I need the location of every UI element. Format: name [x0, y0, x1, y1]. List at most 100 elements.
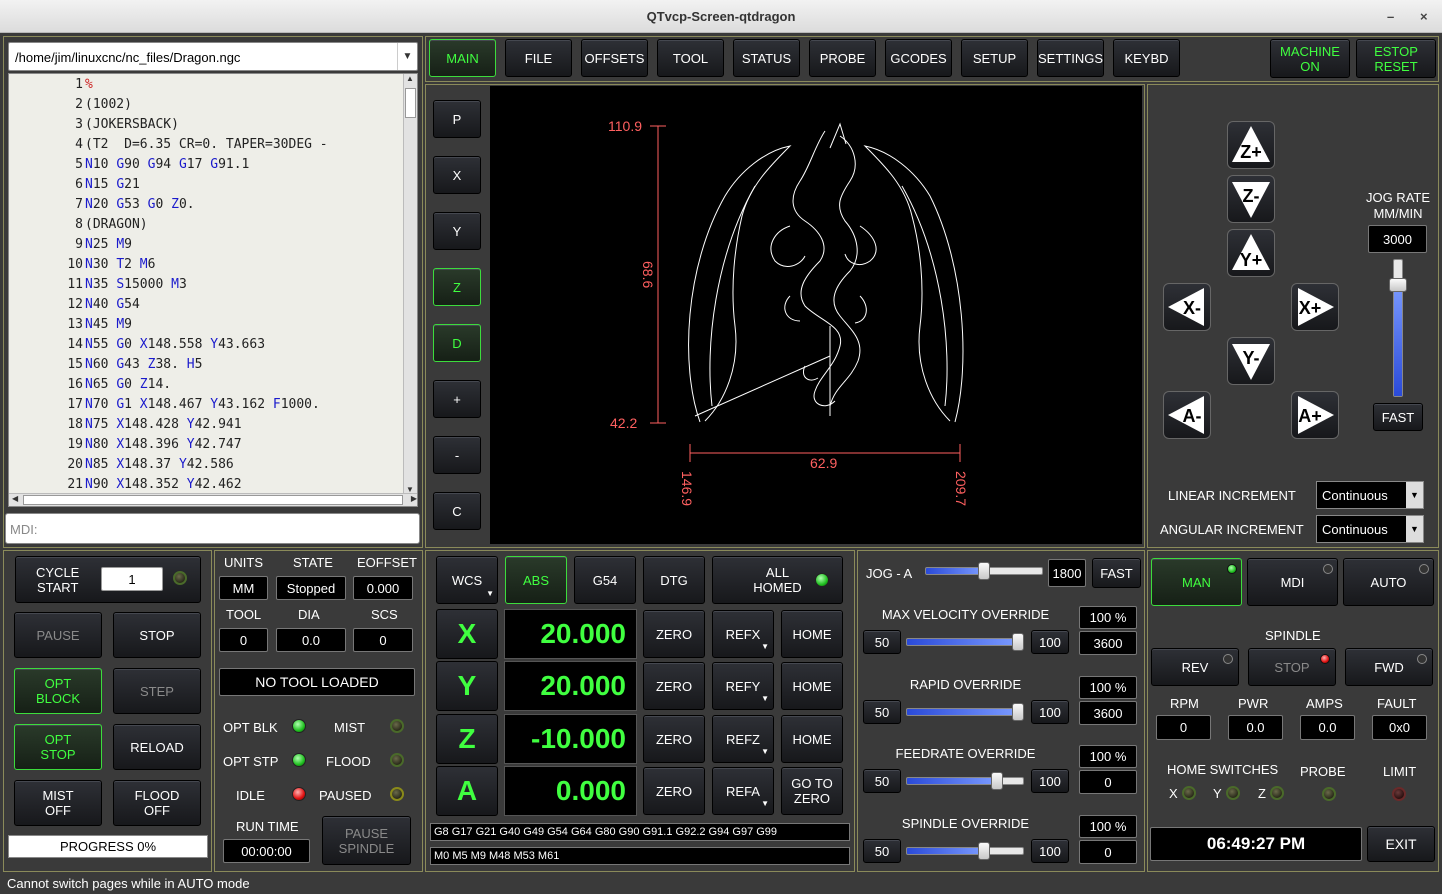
flood-off-button[interactable]: FLOOD OFF: [113, 780, 201, 826]
view-z-button[interactable]: Z: [433, 268, 481, 306]
ref-a-button[interactable]: REFA ▼: [712, 767, 774, 815]
jog-y-minus-button[interactable]: Y-: [1227, 337, 1275, 385]
view-zoom-in-button[interactable]: +: [433, 380, 481, 418]
tab-settings[interactable]: SETTINGS: [1037, 39, 1104, 77]
tab-probe[interactable]: PROBE: [809, 39, 876, 77]
opt-block-button[interactable]: OPT BLOCK: [14, 668, 102, 714]
override-slider[interactable]: [906, 703, 1024, 721]
exit-button[interactable]: EXIT: [1367, 826, 1435, 862]
machine-on-button[interactable]: MACHINE ON: [1270, 39, 1350, 78]
view-dimensions-button[interactable]: D: [433, 324, 481, 362]
tab-file[interactable]: FILE: [505, 39, 572, 77]
mdi-input[interactable]: MDI:: [5, 513, 420, 544]
abs-button[interactable]: ABS: [505, 556, 567, 604]
stop-button[interactable]: STOP: [113, 612, 201, 658]
view-clear-button[interactable]: C: [433, 492, 481, 530]
slider-handle[interactable]: [1012, 703, 1024, 721]
dtg-button[interactable]: DTG: [643, 556, 705, 604]
slider-handle[interactable]: [991, 772, 1003, 790]
home-x-button[interactable]: HOME: [781, 610, 843, 658]
jog-x-minus-button[interactable]: X-: [1163, 283, 1211, 331]
axis-a-button[interactable]: A: [436, 766, 498, 816]
override-min-button[interactable]: 50: [863, 769, 901, 793]
step-button[interactable]: STEP: [113, 668, 201, 714]
ref-z-button[interactable]: REFZ ▼: [712, 715, 774, 763]
zero-x-button[interactable]: ZERO: [643, 610, 705, 658]
tab-offsets[interactable]: OFFSETS: [581, 39, 648, 77]
override-min-button[interactable]: 50: [863, 630, 901, 654]
override-slider[interactable]: [906, 772, 1024, 790]
g54-button[interactable]: G54: [574, 556, 636, 604]
axis-z-button[interactable]: Z: [436, 714, 498, 764]
jog-fast-button[interactable]: FAST: [1373, 403, 1423, 431]
close-button[interactable]: ×: [1420, 0, 1428, 33]
tab-keybd[interactable]: KEYBD: [1113, 39, 1180, 77]
pause-button[interactable]: PAUSE: [14, 612, 102, 658]
gcode-preview[interactable]: 110.9 42.2 68.6 146.9 209.7 62.9: [490, 86, 1142, 544]
home-z-button[interactable]: HOME: [781, 715, 843, 763]
override-max-button[interactable]: 100: [1031, 630, 1069, 654]
view-x-button[interactable]: X: [433, 156, 481, 194]
jog-z-minus-button[interactable]: Z-: [1227, 175, 1275, 223]
tab-status[interactable]: STATUS: [733, 39, 800, 77]
override-max-button[interactable]: 100: [1031, 769, 1069, 793]
linear-increment-select[interactable]: Continuous ▼: [1316, 481, 1424, 509]
vertical-scrollbar[interactable]: ▲ ▼: [403, 74, 417, 494]
override-slider[interactable]: [906, 842, 1024, 860]
ref-x-button[interactable]: REFX ▼: [712, 610, 774, 658]
view-y-button[interactable]: Y: [433, 212, 481, 250]
home-y-button[interactable]: HOME: [781, 662, 843, 710]
chevron-down-icon[interactable]: ▼: [1406, 482, 1423, 508]
tab-gcodes[interactable]: GCODES: [885, 39, 952, 77]
chevron-down-icon[interactable]: ▼: [397, 43, 417, 70]
override-max-button[interactable]: 100: [1031, 700, 1069, 724]
home-a-button[interactable]: GO TO ZERO: [781, 767, 843, 815]
axis-y-button[interactable]: Y: [436, 661, 498, 711]
override-min-button[interactable]: 50: [863, 700, 901, 724]
chevron-down-icon[interactable]: ▼: [1406, 516, 1423, 542]
override-min-button[interactable]: 50: [863, 839, 901, 863]
ref-y-button[interactable]: REFY ▼: [712, 662, 774, 710]
code-token: 54: [124, 297, 140, 312]
jog-x-plus-button[interactable]: X+: [1291, 283, 1339, 331]
reload-button[interactable]: RELOAD: [113, 724, 201, 770]
view-zoom-out-button[interactable]: -: [433, 436, 481, 474]
zero-y-button[interactable]: ZERO: [643, 662, 705, 710]
minimize-button[interactable]: –: [1387, 0, 1394, 33]
axis-x-button[interactable]: X: [436, 609, 498, 659]
code-line: 19 N80 X148.396 Y42.747: [9, 435, 404, 455]
tab-tool[interactable]: TOOL: [657, 39, 724, 77]
override-label: MAX VELOCITY OVERRIDE: [881, 607, 1050, 622]
cycle-count-input[interactable]: 1: [101, 567, 163, 591]
pause-spindle-button[interactable]: PAUSE SPINDLE: [322, 816, 411, 865]
opt-stop-button[interactable]: OPT STOP: [14, 724, 102, 770]
slider-handle[interactable]: [978, 842, 990, 860]
jog-a-minus-button[interactable]: A-: [1163, 391, 1211, 439]
tab-main[interactable]: MAIN: [429, 39, 496, 77]
linear-increment-label: LINEAR INCREMENT: [1168, 488, 1296, 503]
jog-y-plus-button[interactable]: Y+: [1227, 229, 1275, 277]
file-path-combo[interactable]: /home/jim/linuxcnc/nc_files/Dragon.ngc ▼: [8, 42, 418, 71]
zero-z-button[interactable]: ZERO: [643, 715, 705, 763]
jog-a-handle[interactable]: [978, 562, 990, 580]
view-perspective-button[interactable]: P: [433, 100, 481, 138]
fault-value: 0x0: [1372, 715, 1427, 740]
jog-a-plus-button[interactable]: A+: [1291, 391, 1339, 439]
tab-setup[interactable]: SETUP: [961, 39, 1028, 77]
horizontal-scrollbar[interactable]: ◀ ▶: [9, 493, 417, 506]
jog-a-slider[interactable]: [925, 562, 1043, 580]
wcs-button[interactable]: WCS ▼: [436, 556, 498, 604]
slider-handle[interactable]: [1012, 633, 1024, 651]
jog-rate-slider[interactable]: [1389, 259, 1407, 397]
angular-increment-select[interactable]: Continuous ▼: [1316, 515, 1424, 543]
jog-a-fast-button[interactable]: FAST: [1092, 558, 1141, 588]
line-code: N75 X148.428 Y42.941: [83, 415, 242, 435]
override-max-button[interactable]: 100: [1031, 839, 1069, 863]
gcode-editor[interactable]: 1% 2 (1002) 3 (JOKERSBACK) 4 (T2 D=6.35 CR=0. …: [8, 73, 418, 507]
jog-rate-handle[interactable]: [1389, 278, 1407, 292]
estop-reset-button[interactable]: ESTOP RESET: [1356, 39, 1436, 78]
override-slider[interactable]: [906, 633, 1024, 651]
mist-off-button[interactable]: MIST OFF: [14, 780, 102, 826]
zero-a-button[interactable]: ZERO: [643, 767, 705, 815]
jog-z-plus-button[interactable]: Z+: [1227, 121, 1275, 169]
